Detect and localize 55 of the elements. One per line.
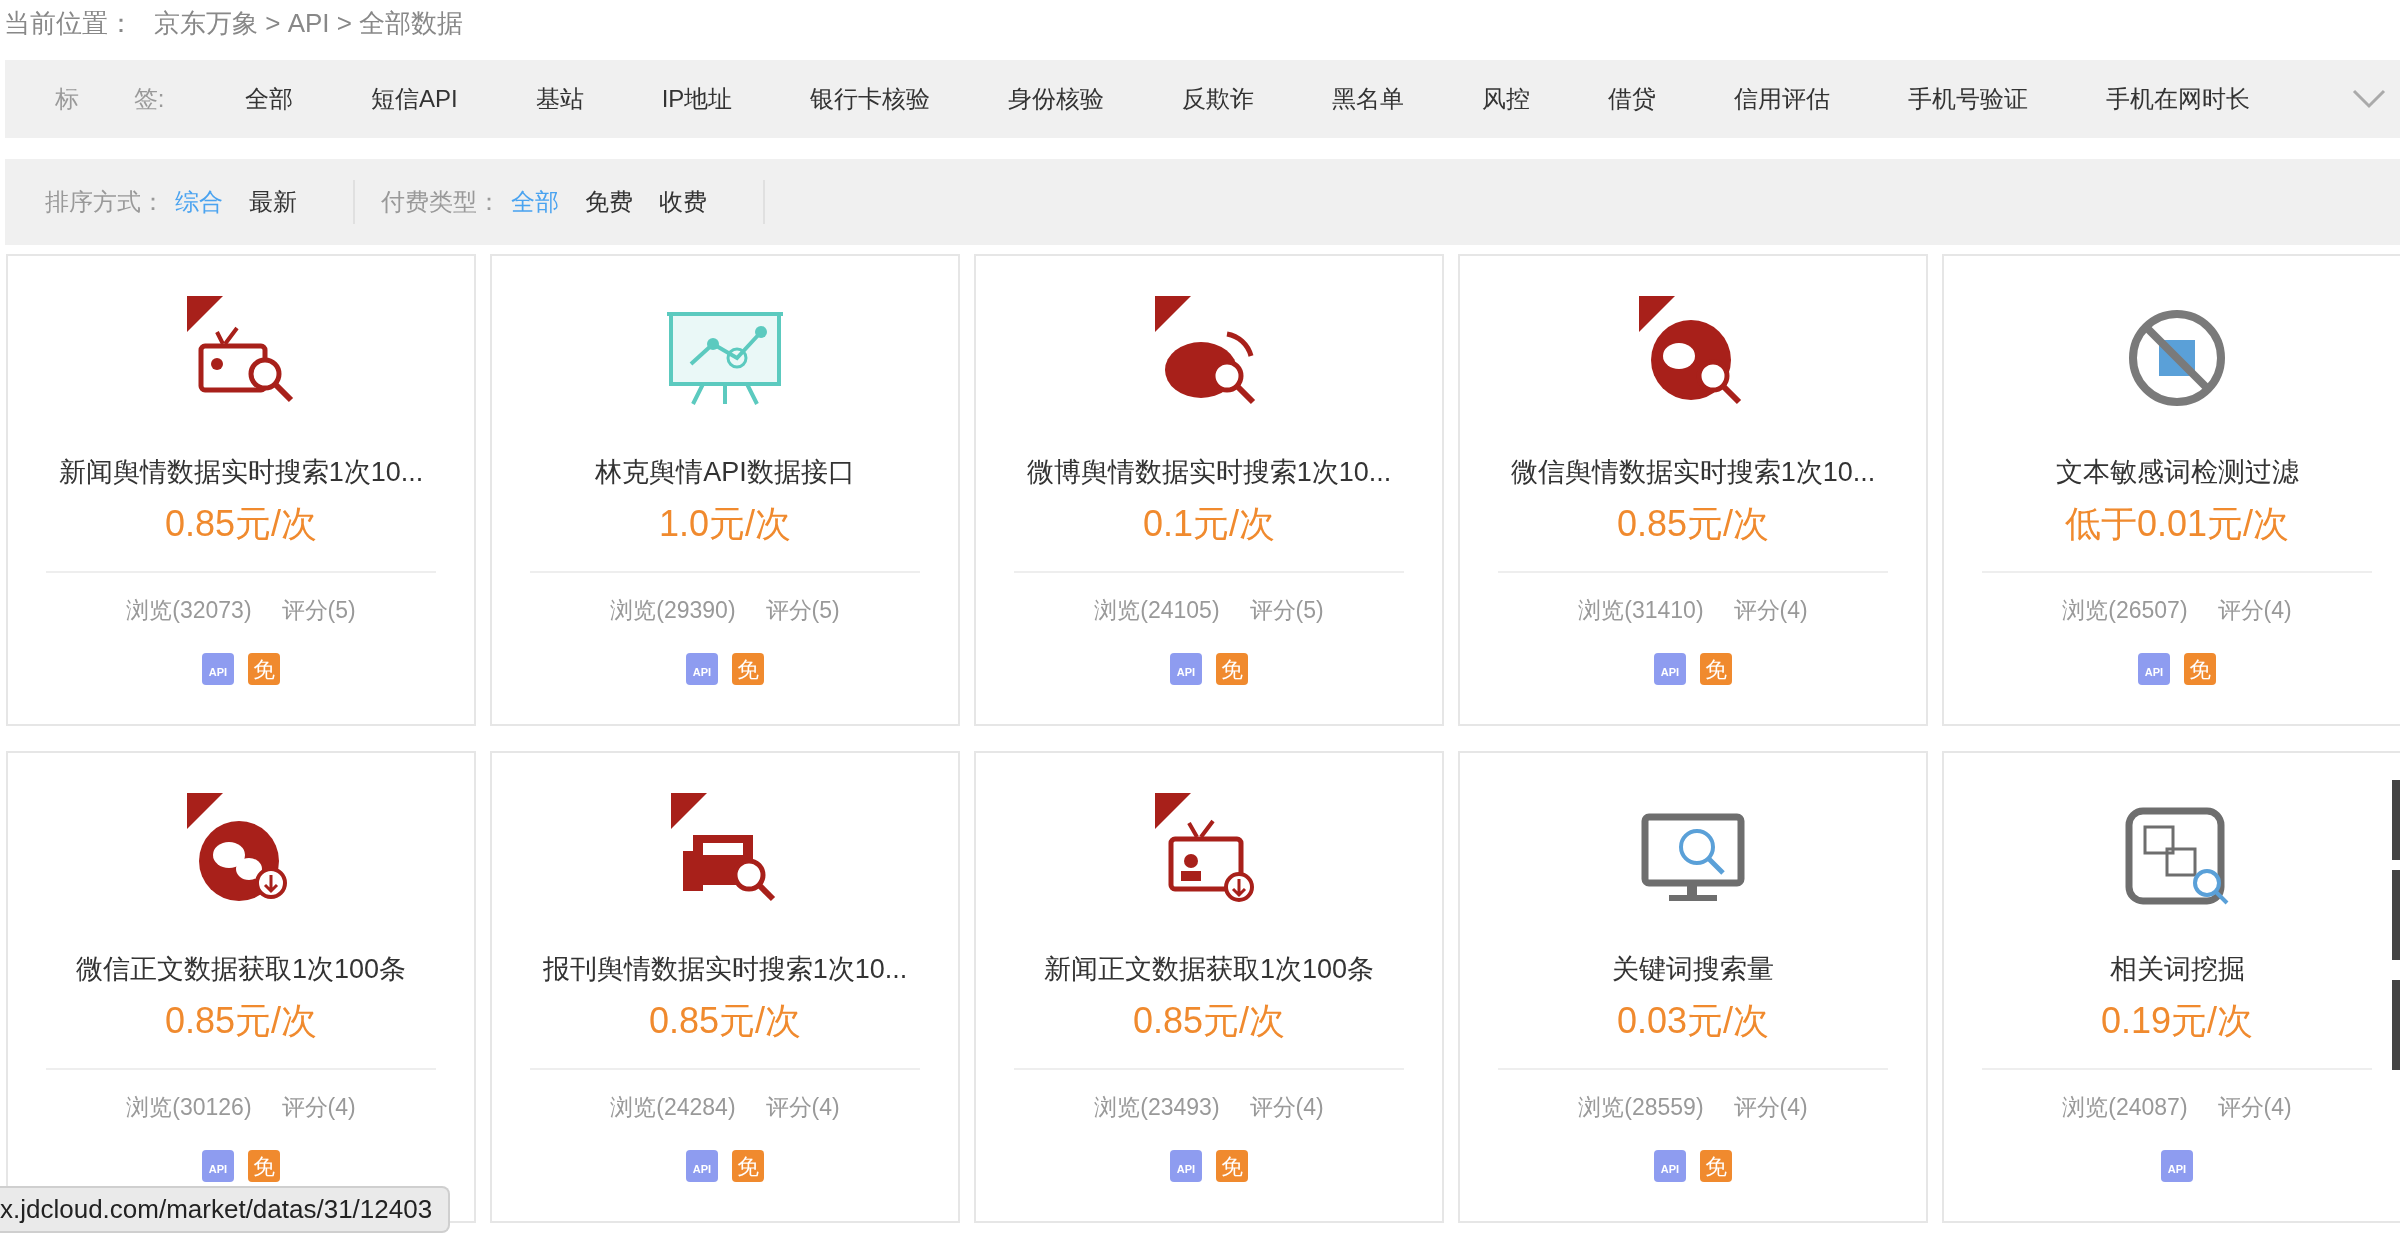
- filter-label: 付费类型：: [381, 187, 501, 217]
- tag-badge: API: [2138, 653, 2170, 685]
- product-price: 0.03元/次: [1616, 998, 1770, 1043]
- view-count: 浏览(24087): [2062, 1092, 2188, 1122]
- view-count: 浏览(32073): [126, 595, 252, 625]
- rating-count: 评分(4): [1249, 1092, 1324, 1122]
- product-price: 0.85元/次: [1616, 501, 1770, 546]
- view-count: 浏览(23493): [1094, 1092, 1220, 1122]
- rating-count: 评分(4): [281, 1092, 356, 1122]
- tag-badge: 免: [1216, 1150, 1248, 1182]
- filter-label: 排序方式：: [45, 187, 165, 217]
- tag-badge: API: [1170, 653, 1202, 685]
- rating-count: 评分(5): [1249, 595, 1324, 625]
- product-price: 0.85元/次: [648, 998, 802, 1043]
- tag-badge: API: [2161, 1150, 2193, 1182]
- tag-badge: 免: [248, 1150, 280, 1182]
- tag-badge: API: [202, 653, 234, 685]
- breadcrumb-label: 当前位置：: [4, 7, 134, 40]
- status-url-tooltip: x.jdcloud.com/market/datas/31/12403: [0, 1186, 451, 1233]
- tag-badge: 免: [732, 653, 764, 685]
- tag-badge: 免: [1216, 653, 1248, 685]
- tag-badge: API: [202, 1150, 234, 1182]
- view-count: 浏览(24105): [1094, 595, 1220, 625]
- tag-badge: API: [1654, 1150, 1686, 1182]
- product-price: 0.85元/次: [1132, 998, 1286, 1043]
- view-count: 浏览(26507): [2062, 595, 2188, 625]
- tag-badge: 免: [1700, 1150, 1732, 1182]
- product-price: 0.85元/次: [164, 998, 318, 1043]
- tag-label: 标 签:: [55, 84, 166, 114]
- tag-badge: 免: [2184, 653, 2216, 685]
- tag-badge: API: [1170, 1150, 1202, 1182]
- rating-count: 评分(4): [2217, 1092, 2292, 1122]
- rating-count: 评分(4): [1733, 595, 1808, 625]
- product-price: 1.0元/次: [658, 501, 791, 546]
- rating-count: 评分(4): [765, 1092, 840, 1122]
- product-price: 0.85元/次: [164, 501, 318, 546]
- tag-badge: 免: [732, 1150, 764, 1182]
- tag-badge: API: [686, 1150, 718, 1182]
- tag-badge: API: [686, 653, 718, 685]
- product-price: 低于0.01元/次: [2064, 501, 2290, 546]
- rating-count: 评分(4): [2217, 595, 2292, 625]
- view-count: 浏览(31410): [1578, 595, 1704, 625]
- view-count: 浏览(30126): [126, 1092, 252, 1122]
- view-count: 浏览(29390): [610, 595, 736, 625]
- tag-badge: 免: [248, 653, 280, 685]
- view-count: 浏览(24284): [610, 1092, 736, 1122]
- view-count: 浏览(28559): [1578, 1092, 1704, 1122]
- rating-count: 评分(5): [281, 595, 356, 625]
- rating-count: 评分(5): [765, 595, 840, 625]
- rating-count: 评分(4): [1733, 1092, 1808, 1122]
- tag-badge: 免: [1700, 653, 1732, 685]
- tag-badge: API: [1654, 653, 1686, 685]
- product-price: 0.19元/次: [2100, 998, 2254, 1043]
- product-price: 0.1元/次: [1142, 501, 1275, 546]
- breadcrumb-path: 京东万象 > API > 全部数据: [154, 7, 464, 40]
